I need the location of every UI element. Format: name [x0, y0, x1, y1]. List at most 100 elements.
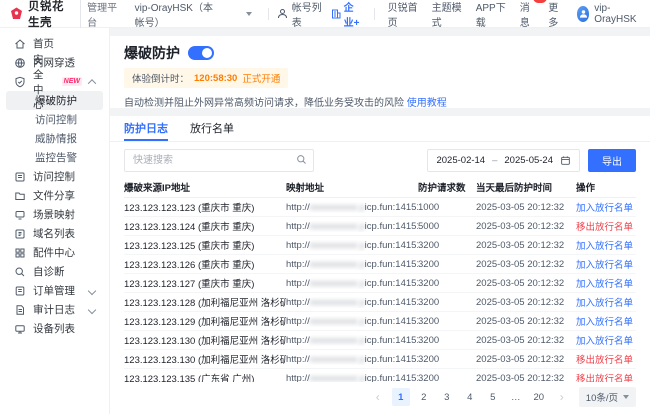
- avatar: [577, 6, 590, 22]
- account-selector-value: vip-OrayHSK（本帐号）: [135, 0, 220, 29]
- prev-page-button[interactable]: ‹: [369, 388, 387, 406]
- more-link[interactable]: 更多: [548, 0, 564, 29]
- allowlist-action-link[interactable]: 加入放行名单: [576, 203, 633, 214]
- mapped-address-cell: http://xxxxxxxxxx.yicp.fun:14151…: [286, 202, 418, 213]
- sidebar-item-threat-intel[interactable]: 威胁情报: [6, 129, 103, 148]
- account-selector-dropdown[interactable]: vip-OrayHSK（本帐号）: [127, 0, 260, 32]
- date-range-picker[interactable]: 2025-02-14 – 2025-05-24: [427, 149, 580, 172]
- allowlist-action-link[interactable]: 加入放行名单: [576, 298, 633, 309]
- sidebar-item-monitor-alert[interactable]: 监控告警: [6, 148, 103, 167]
- source-ip-cell: 123.123.123.125 (重庆市 重庆): [124, 238, 286, 252]
- last-protect-time-cell: 2025-03-05 20:12:32: [476, 202, 576, 213]
- device-icon: [14, 323, 26, 335]
- sidebar-item-domain-list[interactable]: 域名列表: [4, 224, 105, 243]
- sidebar-item-audit-log[interactable]: 审计日志: [4, 300, 105, 319]
- allowlist-action-link[interactable]: 加入放行名单: [576, 260, 633, 271]
- masked-url-segment: xxxxxxxxxx.y: [310, 240, 365, 251]
- sidebar-item-self-diagnosis[interactable]: 自诊断: [4, 262, 105, 281]
- user-menu[interactable]: vip-OrayHSK: [577, 3, 640, 25]
- page-button[interactable]: 3: [438, 388, 456, 406]
- sidebar-item-file-share[interactable]: 文件分享: [4, 186, 105, 205]
- action-cell: 移出放行名单: [576, 352, 636, 366]
- chevron-down-icon: [88, 286, 96, 294]
- search-input[interactable]: [124, 149, 314, 172]
- request-count-cell: 3200: [418, 316, 476, 327]
- mapped-address-cell: http://xxxxxxxxxx.yicp.fun:14151…: [286, 354, 418, 365]
- page-size-select[interactable]: 10条/页: [579, 387, 636, 407]
- search-box: [124, 149, 314, 172]
- action-cell: 移出放行名单: [576, 219, 636, 233]
- page-button[interactable]: 20: [530, 388, 548, 406]
- table-row: 123.123.123.123 (重庆市 重庆) http://xxxxxxxx…: [124, 198, 636, 217]
- table-row: 123.123.123.130 (加利福尼亚州 洛杉矶) http://xxxx…: [124, 331, 636, 350]
- sidebar-item-access-control[interactable]: 访问控制: [4, 167, 105, 186]
- last-protect-time-cell: 2025-03-05 20:12:32: [476, 221, 576, 232]
- request-count-cell: 3200: [418, 297, 476, 308]
- allowlist-action-link[interactable]: 移出放行名单: [576, 222, 633, 233]
- action-cell: 加入放行名单: [576, 238, 636, 252]
- theme-mode-link[interactable]: 主题模式: [432, 0, 463, 29]
- table-row: 123.123.123.135 (广东省 广州) http://xxxxxxxx…: [124, 369, 636, 382]
- table-header-row: 爆破来源IP地址 映射地址 防护请求数 当天最后防护时间 操作: [124, 176, 636, 198]
- sidebar-item-nat[interactable]: 内网穿透: [4, 53, 105, 72]
- table-row: 123.123.123.130 (加利福尼亚州 洛杉矶) http://xxxx…: [124, 350, 636, 369]
- next-page-button[interactable]: ›: [553, 388, 571, 406]
- sidebar-item-burst-protection[interactable]: 爆破防护: [6, 91, 103, 110]
- sidebar-item-home[interactable]: 首页: [4, 34, 105, 53]
- action-cell: 加入放行名单: [576, 314, 636, 328]
- page-button[interactable]: …: [507, 388, 525, 406]
- tab-allowlist[interactable]: 放行名单: [190, 116, 234, 141]
- access-control-icon: [14, 171, 26, 183]
- export-button[interactable]: 导出: [588, 149, 636, 172]
- sidebar-item-security[interactable]: 安全中心 NEW: [4, 72, 105, 91]
- allowlist-action-link[interactable]: 加入放行名单: [576, 241, 633, 252]
- sidebar-item-device-list[interactable]: 设备列表: [4, 319, 105, 338]
- request-count-cell: 3200: [418, 259, 476, 270]
- account-list-link[interactable]: 帐号列表: [277, 0, 323, 29]
- allowlist-action-link[interactable]: 加入放行名单: [576, 336, 633, 347]
- mapped-address-cell: http://xxxxxxxxxx.yicp.fun:14151…: [286, 316, 418, 327]
- feature-description: 自动检测并阻止外网异常高频访问请求，降低业务受攻击的风险: [124, 98, 404, 108]
- page-button[interactable]: 5: [484, 388, 502, 406]
- table-body: 123.123.123.123 (重庆市 重庆) http://xxxxxxxx…: [124, 198, 636, 382]
- messages-link[interactable]: 消息 99: [520, 0, 536, 29]
- allowlist-action-link[interactable]: 移出放行名单: [576, 374, 633, 382]
- date-end: 2025-05-24: [504, 155, 553, 166]
- domain-list-icon: [14, 228, 26, 240]
- request-count-cell: 3200: [418, 354, 476, 365]
- sidebar-item-order-mgmt[interactable]: 订单管理: [4, 281, 105, 300]
- sidebar-item-parts-center[interactable]: 配件中心: [4, 243, 105, 262]
- last-protect-time-cell: 2025-03-05 20:12:32: [476, 354, 576, 365]
- divider: [268, 8, 269, 20]
- allowlist-action-link[interactable]: 加入放行名单: [576, 317, 633, 328]
- last-protect-time-cell: 2025-03-05 20:12:32: [476, 335, 576, 346]
- page-button[interactable]: 2: [415, 388, 433, 406]
- globe-icon: [14, 57, 26, 69]
- col-source-ip: 爆破来源IP地址: [124, 180, 286, 194]
- page-button[interactable]: 1: [392, 388, 410, 406]
- feature-header-card: 爆破防护 体验倒计时： 120:58:30 正式开通 自动检测并阻止外网异常高频…: [110, 36, 650, 108]
- protection-toggle[interactable]: [188, 46, 214, 60]
- divider: [374, 8, 375, 20]
- tab-protection-logs[interactable]: 防护日志: [124, 116, 168, 141]
- app-download-link[interactable]: APP下载: [476, 0, 507, 29]
- enterprise-link[interactable]: 企业+: [331, 0, 361, 29]
- sidebar-item-access-control-sub[interactable]: 访问控制: [6, 110, 103, 129]
- sidebar-item-scene-mapping[interactable]: 场景映射: [4, 205, 105, 224]
- activate-link[interactable]: 正式开通: [242, 71, 280, 85]
- date-start: 2025-02-14: [436, 155, 485, 166]
- log-card: 防护日志 放行名单 2025-02-14 – 2025-0: [110, 116, 650, 414]
- bei-rui-home-link[interactable]: 贝锐首页: [388, 0, 419, 29]
- tutorial-link[interactable]: 使用教程: [407, 98, 447, 108]
- allowlist-action-link[interactable]: 加入放行名单: [576, 279, 633, 290]
- trial-countdown-badge: 体验倒计时： 120:58:30 正式开通: [124, 68, 288, 88]
- countdown-label: 体验倒计时：: [132, 71, 189, 85]
- username-label: vip-OrayHSK: [594, 3, 640, 25]
- allowlist-action-link[interactable]: 移出放行名单: [576, 355, 633, 366]
- mapped-address-cell: http://xxxxxxxxxx.yicp.fun:14151…: [286, 278, 418, 289]
- masked-url-segment: xxxxxxxxxx.y: [310, 373, 365, 383]
- date-separator: –: [492, 155, 497, 166]
- source-ip-cell: 123.123.123.130 (加利福尼亚州 洛杉矶): [124, 333, 286, 347]
- page-button[interactable]: 4: [461, 388, 479, 406]
- search-icon[interactable]: [296, 154, 307, 165]
